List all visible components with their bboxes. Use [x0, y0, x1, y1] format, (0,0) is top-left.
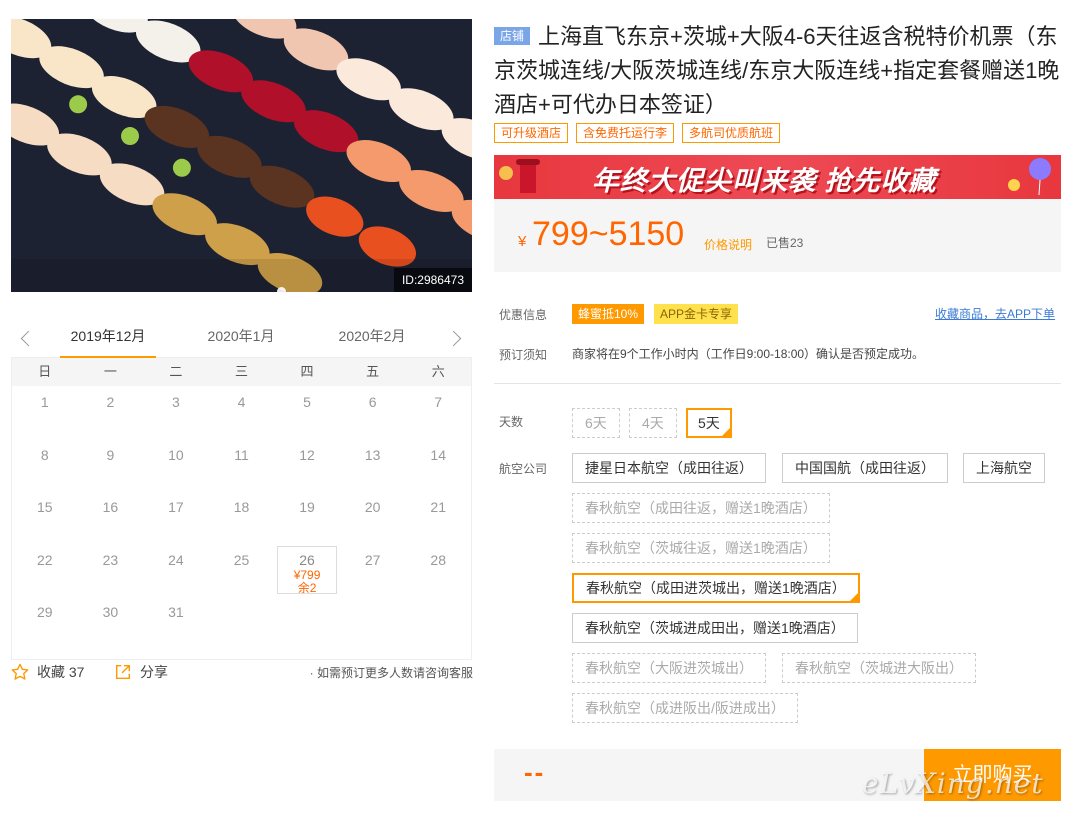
share-bar: 收藏 37 分享 · 如需预订更多人数请咨询客服 [11, 660, 473, 684]
favorite-count: 收藏 37 [37, 664, 85, 680]
product-title: 店铺 上海直飞东京+茨城+大阪4-6天往返含税特价机票（东京茨城连线/大阪茨城连线… [494, 20, 1061, 122]
favorite-button[interactable]: 收藏 37 [11, 662, 84, 682]
calendar-day: 12 [299, 446, 315, 463]
date-calendar: 2019年12月 2020年1月 2020年2月 日 一 二 三 四 五 六 1… [11, 322, 472, 660]
calendar-day: 5 [303, 394, 311, 410]
feature-tag: 多航司优质航班 [682, 123, 781, 143]
calendar-month-nav: 2019年12月 2020年1月 2020年2月 [11, 322, 472, 358]
day-option-5[interactable]: 5天 [686, 408, 732, 438]
calendar-day: 27 [364, 551, 381, 568]
airline-option-jetstar[interactable]: 捷星日本航空（成田往返） [572, 453, 766, 483]
price-explain-link[interactable]: 价格说明 [704, 236, 752, 253]
honey-discount-tag: 蜂蜜抵10% [572, 304, 645, 324]
day-option-4[interactable]: 4天 [629, 408, 677, 438]
calendar-day: 8 [40, 446, 49, 463]
weekday-thu: 四 [300, 364, 314, 379]
app-gold-tag: APP金卡专享 [654, 304, 739, 324]
weekday-wed: 三 [234, 364, 248, 379]
calendar-day: 14 [430, 446, 446, 463]
feature-tags: 可升级酒店 含免费托运行李 多航司优质航班 [494, 123, 781, 143]
airline-option-spring-7[interactable]: 春秋航空（成进阪出/阪进成出） [572, 693, 798, 723]
airline-label: 航空公司 [499, 462, 548, 476]
calendar-day: 31 [168, 604, 184, 620]
calendar-day: 18 [233, 499, 250, 515]
calendar-day: 28 [430, 551, 446, 568]
days-label: 天数 [499, 415, 524, 429]
tab-month-2[interactable]: 2020年1月 [193, 322, 289, 350]
calendar-day: 6 [368, 394, 377, 410]
airline-option-airchina[interactable]: 中国国航（成田往返） [782, 453, 948, 483]
calendar-day: 11 [234, 446, 249, 463]
airline-option-spring-3[interactable]: 春秋航空（成田进茨城出，赠送1晚酒店） [572, 573, 860, 603]
day-option-6[interactable]: 6天 [572, 408, 620, 438]
weekday-fri: 五 [366, 364, 380, 379]
next-month-icon[interactable] [446, 328, 466, 348]
calendar-day: 9 [106, 446, 115, 463]
airline-option-spring-5[interactable]: 春秋航空（大阪进茨城出） [572, 653, 766, 683]
price-range: 799~5150 [532, 215, 685, 253]
product-id-label: ID:2986473 [393, 268, 472, 292]
calendar-day: 16 [102, 499, 119, 515]
price-box: ¥ 799~5150 价格说明 已售23 [494, 199, 1061, 272]
calendar-day: 3 [172, 394, 180, 410]
weekday-header: 日 一 二 三 四 五 六 [12, 358, 471, 386]
total-price: -- [524, 757, 546, 787]
airline-option-spring-6[interactable]: 春秋航空（茨城进大阪出） [782, 653, 976, 683]
calendar-day: 2 [106, 394, 115, 410]
favorite-app-link[interactable]: 收藏商品，去APP下单 [935, 305, 1055, 322]
discount-label: 优惠信息 [499, 308, 548, 322]
product-hero-image[interactable]: ID:2986473 [11, 19, 472, 292]
calendar-day: 25 [233, 551, 250, 568]
section-divider [494, 383, 1061, 384]
day-available-frame [277, 545, 337, 594]
airline-option-spring-1[interactable]: 春秋航空（成田往返，赠送1晚酒店） [572, 493, 830, 523]
calendar-day: 22 [36, 551, 53, 568]
calendar-day-available[interactable]: 26 ¥799 余2 [274, 544, 340, 597]
share-icon [115, 664, 131, 680]
calendar-day: 13 [364, 446, 381, 463]
prev-month-icon[interactable] [17, 328, 37, 348]
carousel-dot[interactable] [277, 287, 286, 292]
calendar-day: 24 [168, 551, 184, 568]
sold-count: 已售23 [766, 236, 804, 250]
calendar-day: 15 [36, 499, 53, 515]
calendar-day: 7 [434, 394, 443, 410]
calendar-grid: 日 一 二 三 四 五 六 1 2 3 4 5 6 7 8 9 10 11 12… [11, 358, 472, 660]
airline-option-shanghai[interactable]: 上海航空 [963, 453, 1045, 483]
calendar-days: 1 2 3 4 5 6 7 8 9 10 11 12 13 14 15 16 1… [12, 386, 471, 659]
calendar-day: 10 [168, 446, 184, 463]
product-title-text: 上海直飞东京+茨城+大阪4-6天往返含税特价机票（东京茨城连线/大阪茨城连线/东… [494, 24, 1060, 117]
calendar-day: 30 [102, 604, 119, 620]
sushi-photo [11, 19, 472, 292]
promo-text: 年终大促尖叫来袭 抢先收藏 [592, 166, 937, 196]
calendar-day: 29 [36, 604, 53, 620]
calendar-day: 23 [102, 551, 119, 568]
calendar-day: 1 [40, 394, 49, 410]
share-label: 分享 [140, 664, 168, 680]
feature-tag: 可升级酒店 [494, 123, 569, 143]
airline-option-spring-4[interactable]: 春秋航空（茨城进成田出，赠送1晚酒店） [572, 613, 858, 643]
calendar-day: 20 [364, 499, 381, 515]
feature-tag: 含免费托运行李 [576, 123, 675, 143]
shop-badge[interactable]: 店铺 [494, 27, 531, 45]
tab-month-3[interactable]: 2020年2月 [324, 322, 420, 350]
calendar-day: 21 [430, 499, 446, 515]
site-watermark: eLvXing.net [862, 767, 1044, 800]
weekday-sat: 六 [431, 364, 445, 379]
weekday-tue: 二 [169, 364, 183, 379]
weekday-sun: 日 [38, 364, 52, 379]
promo-banner[interactable]: 年终大促尖叫来袭 抢先收藏 [494, 155, 1061, 199]
contact-note: · 如需预订更多人数请咨询客服 [309, 666, 473, 680]
tab-month-1[interactable]: 2019年12月 [60, 322, 156, 358]
notice-label: 预订须知 [499, 348, 548, 362]
price-currency: ¥ [518, 233, 527, 250]
star-icon [11, 663, 29, 680]
calendar-day: 17 [168, 499, 184, 515]
airline-option-spring-2[interactable]: 春秋航空（茨城往返，赠送1晚酒店） [572, 533, 830, 563]
calendar-day: 4 [237, 394, 246, 410]
notice-text: 商家将在9个工作小时内（工作日9:00-18:00）确认是否预定成功。 [572, 347, 925, 361]
share-button[interactable]: 分享 [114, 662, 168, 682]
weekday-mon: 一 [103, 364, 117, 379]
calendar-day: 19 [299, 499, 315, 515]
